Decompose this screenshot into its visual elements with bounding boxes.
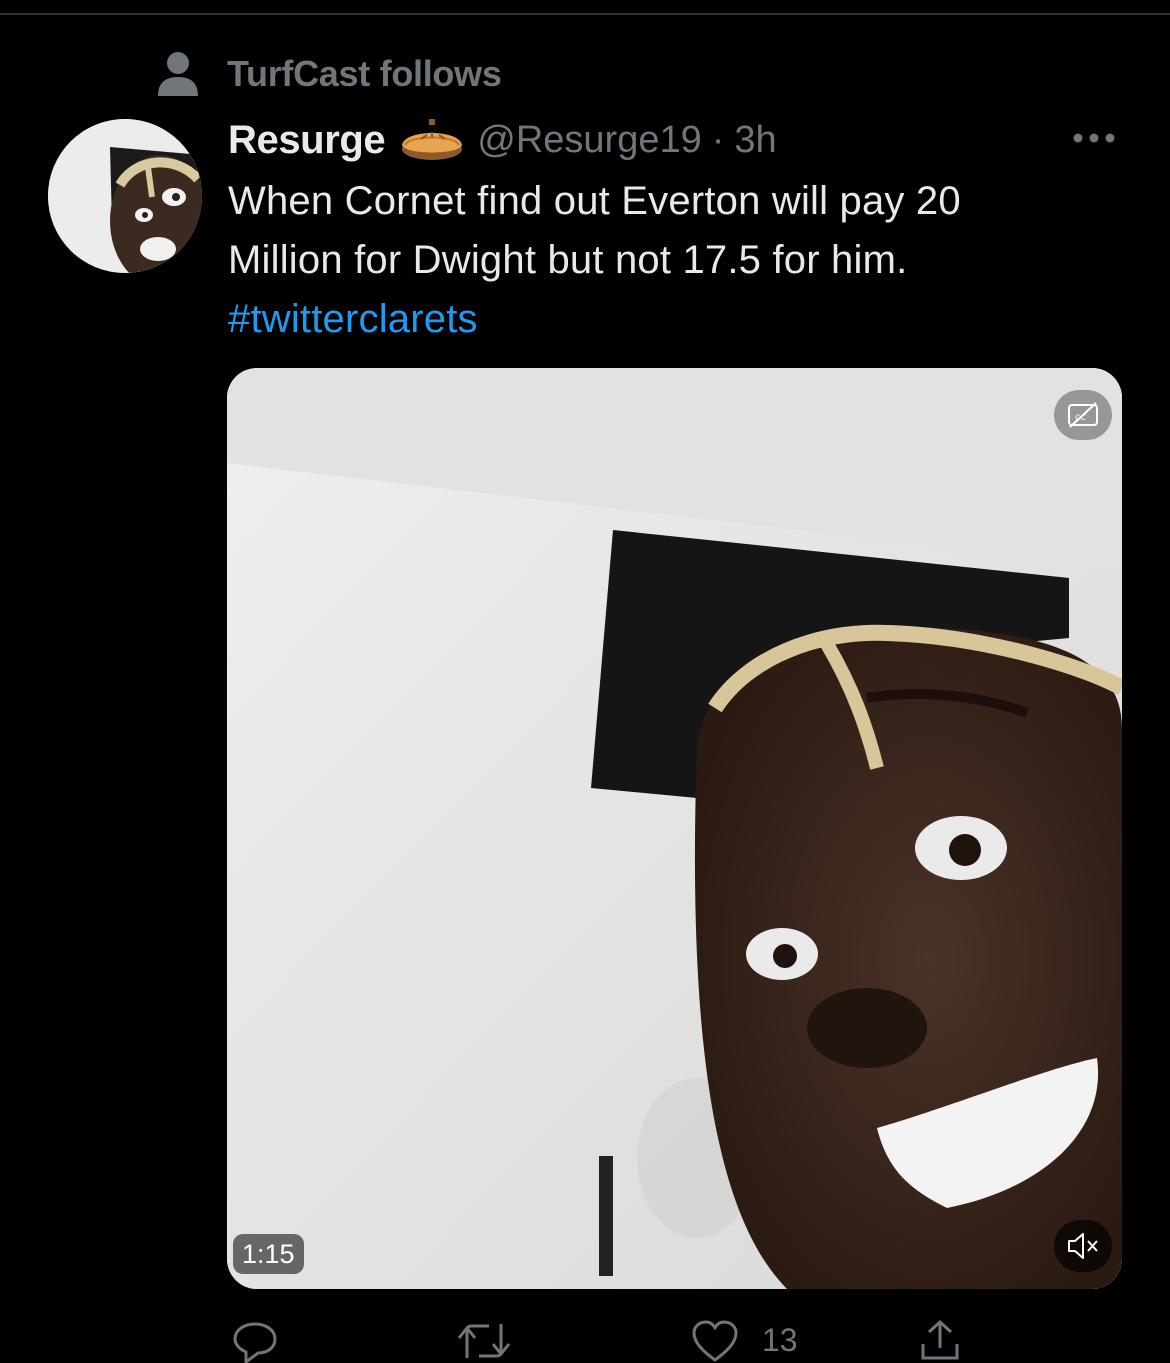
person-icon <box>158 52 198 96</box>
social-context[interactable]: TurfCast follows <box>156 50 502 98</box>
mute-button[interactable] <box>1054 1220 1112 1272</box>
tweet-text-line: When Cornet find out Everton will pay 20 <box>228 179 961 223</box>
hashtag-link[interactable]: #twitterclarets <box>228 290 1128 349</box>
retweet-icon <box>457 1324 511 1358</box>
action-bar: 13 <box>0 1310 1170 1363</box>
user-handle[interactable]: @Resurge19 <box>477 119 701 162</box>
social-context-label: TurfCast follows <box>227 53 502 94</box>
avatar-image <box>48 119 202 273</box>
reply-button[interactable] <box>230 1318 302 1363</box>
video-player[interactable] <box>227 368 1122 1289</box>
separator-dot: · <box>711 118 725 161</box>
more-options-icon[interactable] <box>1068 122 1120 154</box>
avatar[interactable] <box>48 119 202 273</box>
video-duration: 1:15 <box>233 1234 304 1274</box>
closed-captions-off-icon: cc <box>1068 402 1098 428</box>
closed-captions-button[interactable]: cc <box>1054 390 1112 440</box>
share-button[interactable] <box>915 1318 987 1363</box>
tweet-text-line: Million for Dwight but not 17.5 for him. <box>228 238 908 282</box>
speaker-muted-icon <box>1068 1233 1098 1259</box>
tweet-header: Resurge @Resurge19 · 3h <box>228 112 777 168</box>
share-icon <box>921 1319 959 1360</box>
reply-icon <box>233 1322 277 1363</box>
top-divider <box>0 13 1170 15</box>
retweet-button[interactable] <box>455 1318 535 1363</box>
like-button[interactable]: 13 <box>690 1318 798 1363</box>
pie-emoji-icon <box>402 119 463 160</box>
heart-icon <box>692 1320 738 1362</box>
like-count: 13 <box>762 1322 798 1358</box>
display-name[interactable]: Resurge <box>228 118 386 163</box>
video-frame <box>227 368 1122 1289</box>
timestamp[interactable]: 3h <box>734 119 776 162</box>
tweet-text: When Cornet find out Everton will pay 20… <box>228 172 1128 349</box>
